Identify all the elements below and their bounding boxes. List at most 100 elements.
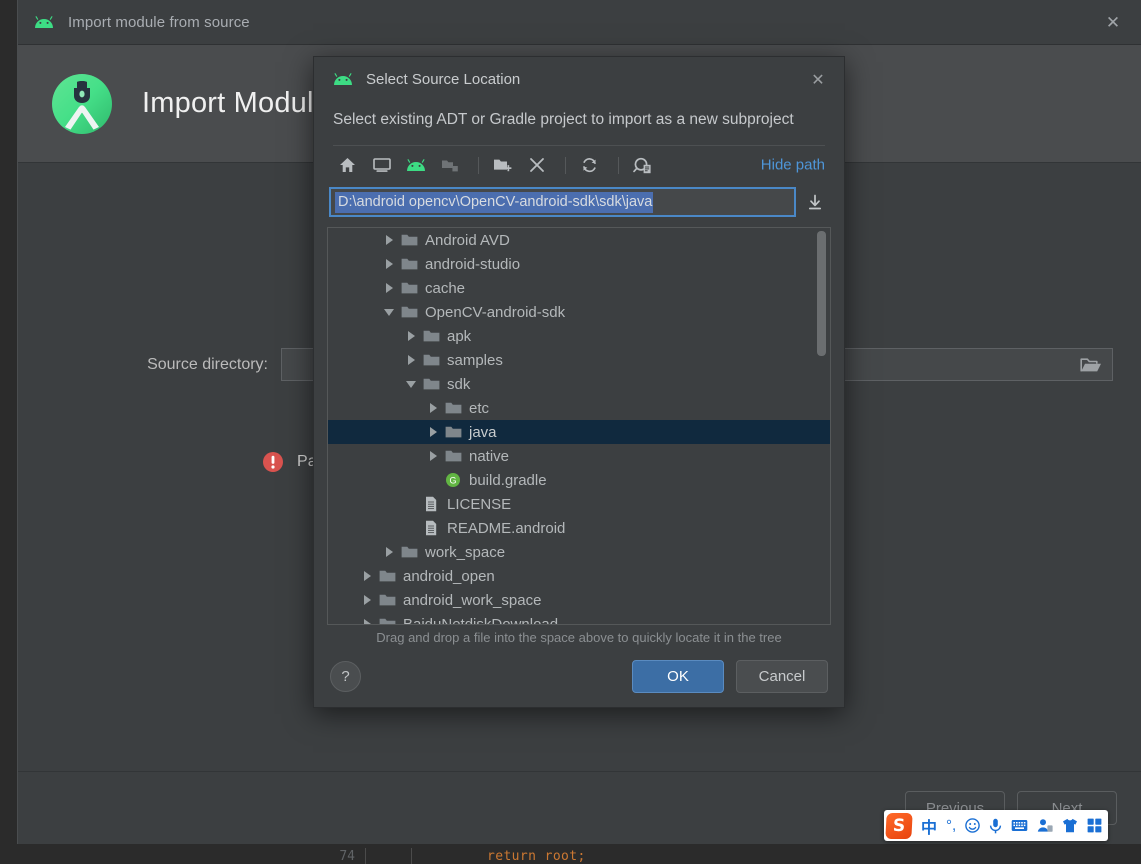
tree-scrollbar[interactable] xyxy=(817,230,826,622)
tree-row-label: BaiduNetdiskDownload xyxy=(403,615,559,625)
folder-icon xyxy=(377,617,397,624)
user-icon[interactable] xyxy=(1037,818,1053,833)
tree-row-label: sdk xyxy=(447,375,471,393)
tree-scrollbar-thumb[interactable] xyxy=(817,230,826,357)
tree-row[interactable]: OpenCV-android-sdk xyxy=(328,300,830,324)
tree-row-selected[interactable]: java xyxy=(328,420,830,444)
dialog-titlebar: Select Source Location ✕ xyxy=(314,57,844,101)
help-button[interactable]: ? xyxy=(330,660,361,692)
android-home-icon[interactable] xyxy=(401,152,430,178)
android-studio-logo xyxy=(51,73,113,135)
wizard-title: Import module from source xyxy=(68,13,250,31)
chevron-down-icon[interactable] xyxy=(404,377,418,391)
chevron-right-icon[interactable] xyxy=(360,617,374,624)
skin-icon[interactable] xyxy=(1062,818,1078,833)
delete-icon[interactable] xyxy=(522,152,551,178)
directory-tree[interactable]: Android AVD android-studio cache OpenCV-and… xyxy=(327,227,831,625)
folder-icon xyxy=(443,449,463,463)
chevron-right-icon[interactable] xyxy=(382,545,396,559)
tree-row[interactable]: etc xyxy=(328,396,830,420)
chevron-right-icon[interactable] xyxy=(404,329,418,343)
folder-icon xyxy=(399,257,419,271)
tree-row-label: cache xyxy=(425,279,466,297)
refresh-icon[interactable] xyxy=(575,152,604,178)
show-hidden-icon[interactable] xyxy=(628,152,657,178)
chevron-right-icon[interactable] xyxy=(360,569,374,583)
folder-icon xyxy=(377,593,397,607)
tree-hint-text: Drag and drop a file into the space abov… xyxy=(376,630,782,645)
chevron-right-icon[interactable] xyxy=(382,233,396,247)
chinese-mode-icon[interactable]: 中 xyxy=(921,814,937,838)
emoji-icon[interactable] xyxy=(965,818,980,833)
ime-toolbar[interactable]: S 中 °, xyxy=(884,810,1109,841)
projects-icon[interactable] xyxy=(435,152,464,178)
tree-row[interactable]: Android AVD xyxy=(328,228,830,252)
chevron-down-icon[interactable] xyxy=(382,305,396,319)
desktop-icon[interactable] xyxy=(367,152,396,178)
toolbar-divider xyxy=(478,156,479,174)
tree-row[interactable]: cache xyxy=(328,276,830,300)
wizard-close-button[interactable]: ✕ xyxy=(1100,9,1126,35)
tree-row[interactable]: LICENSE xyxy=(328,492,830,516)
punctuation-icon[interactable]: °, xyxy=(946,817,956,834)
path-field-row: D:\android opencv\OpenCV-android-sdk\sdk… xyxy=(314,184,844,227)
chevron-right-icon[interactable] xyxy=(404,353,418,367)
tree-row[interactable]: work_space xyxy=(328,540,830,564)
tree-row[interactable]: native xyxy=(328,444,830,468)
folder-open-icon[interactable] xyxy=(1080,356,1102,374)
chevron-right-icon[interactable] xyxy=(382,281,396,295)
tree-row[interactable]: android_work_space xyxy=(328,588,830,612)
chevron-right-icon[interactable] xyxy=(426,449,440,463)
chevron-right-icon[interactable] xyxy=(382,257,396,271)
sogou-logo-icon[interactable]: S xyxy=(885,812,913,839)
directory-tree-rows[interactable]: Android AVD android-studio cache OpenCV-and… xyxy=(328,228,830,624)
error-icon xyxy=(262,451,284,473)
home-icon[interactable] xyxy=(333,152,362,178)
toolbox-icon[interactable] xyxy=(1087,818,1102,833)
android-icon xyxy=(333,72,353,86)
dialog-close-button[interactable]: ✕ xyxy=(808,71,828,91)
tree-row-label: Android AVD xyxy=(425,231,510,249)
chevron-right-icon[interactable] xyxy=(426,425,440,439)
tree-row-label: samples xyxy=(447,351,503,369)
source-directory-label: Source directory: xyxy=(147,355,268,373)
file-icon xyxy=(421,496,441,512)
tree-row-label: build.gradle xyxy=(469,471,547,489)
path-input[interactable]: D:\android opencv\OpenCV-android-sdk\sdk… xyxy=(329,187,796,217)
tree-row[interactable]: sdk xyxy=(328,372,830,396)
tree-row-label: java xyxy=(469,423,497,441)
tree-row[interactable]: BaiduNetdiskDownload xyxy=(328,612,830,624)
cancel-button[interactable]: Cancel xyxy=(736,659,828,693)
soft-keyboard-icon[interactable] xyxy=(1011,819,1028,832)
voice-input-icon[interactable] xyxy=(989,818,1002,834)
chevron-right-icon[interactable] xyxy=(360,593,374,607)
wizard-titlebar: Import module from source ✕ xyxy=(18,0,1141,45)
text-caret xyxy=(288,355,289,375)
ok-button[interactable]: OK xyxy=(632,659,724,693)
android-icon xyxy=(34,15,54,29)
dialog-footer: ? OK Cancel xyxy=(314,645,844,707)
tree-row-label: etc xyxy=(469,399,490,417)
tree-row[interactable]: android-studio xyxy=(328,252,830,276)
svg-text:G: G xyxy=(449,475,456,485)
chevron-right-icon[interactable] xyxy=(426,401,440,415)
tree-row-label: work_space xyxy=(425,543,506,561)
tree-row-label: OpenCV-android-sdk xyxy=(425,303,566,321)
tree-row[interactable]: README.android xyxy=(328,516,830,540)
folder-icon xyxy=(421,353,441,367)
folder-icon xyxy=(421,377,441,391)
tree-row[interactable]: Gbuild.gradle xyxy=(328,468,830,492)
tree-row[interactable]: android_open xyxy=(328,564,830,588)
tree-row-label: android_open xyxy=(403,567,495,585)
hide-path-link[interactable]: Hide path xyxy=(761,157,825,174)
file-icon xyxy=(421,520,441,536)
tree-row[interactable]: samples xyxy=(328,348,830,372)
download-history-icon[interactable] xyxy=(805,189,825,215)
new-folder-icon[interactable] xyxy=(488,152,517,178)
dialog-title: Select Source Location xyxy=(366,70,521,88)
tree-row[interactable]: apk xyxy=(328,324,830,348)
folder-icon xyxy=(377,569,397,583)
folder-icon xyxy=(443,425,463,439)
